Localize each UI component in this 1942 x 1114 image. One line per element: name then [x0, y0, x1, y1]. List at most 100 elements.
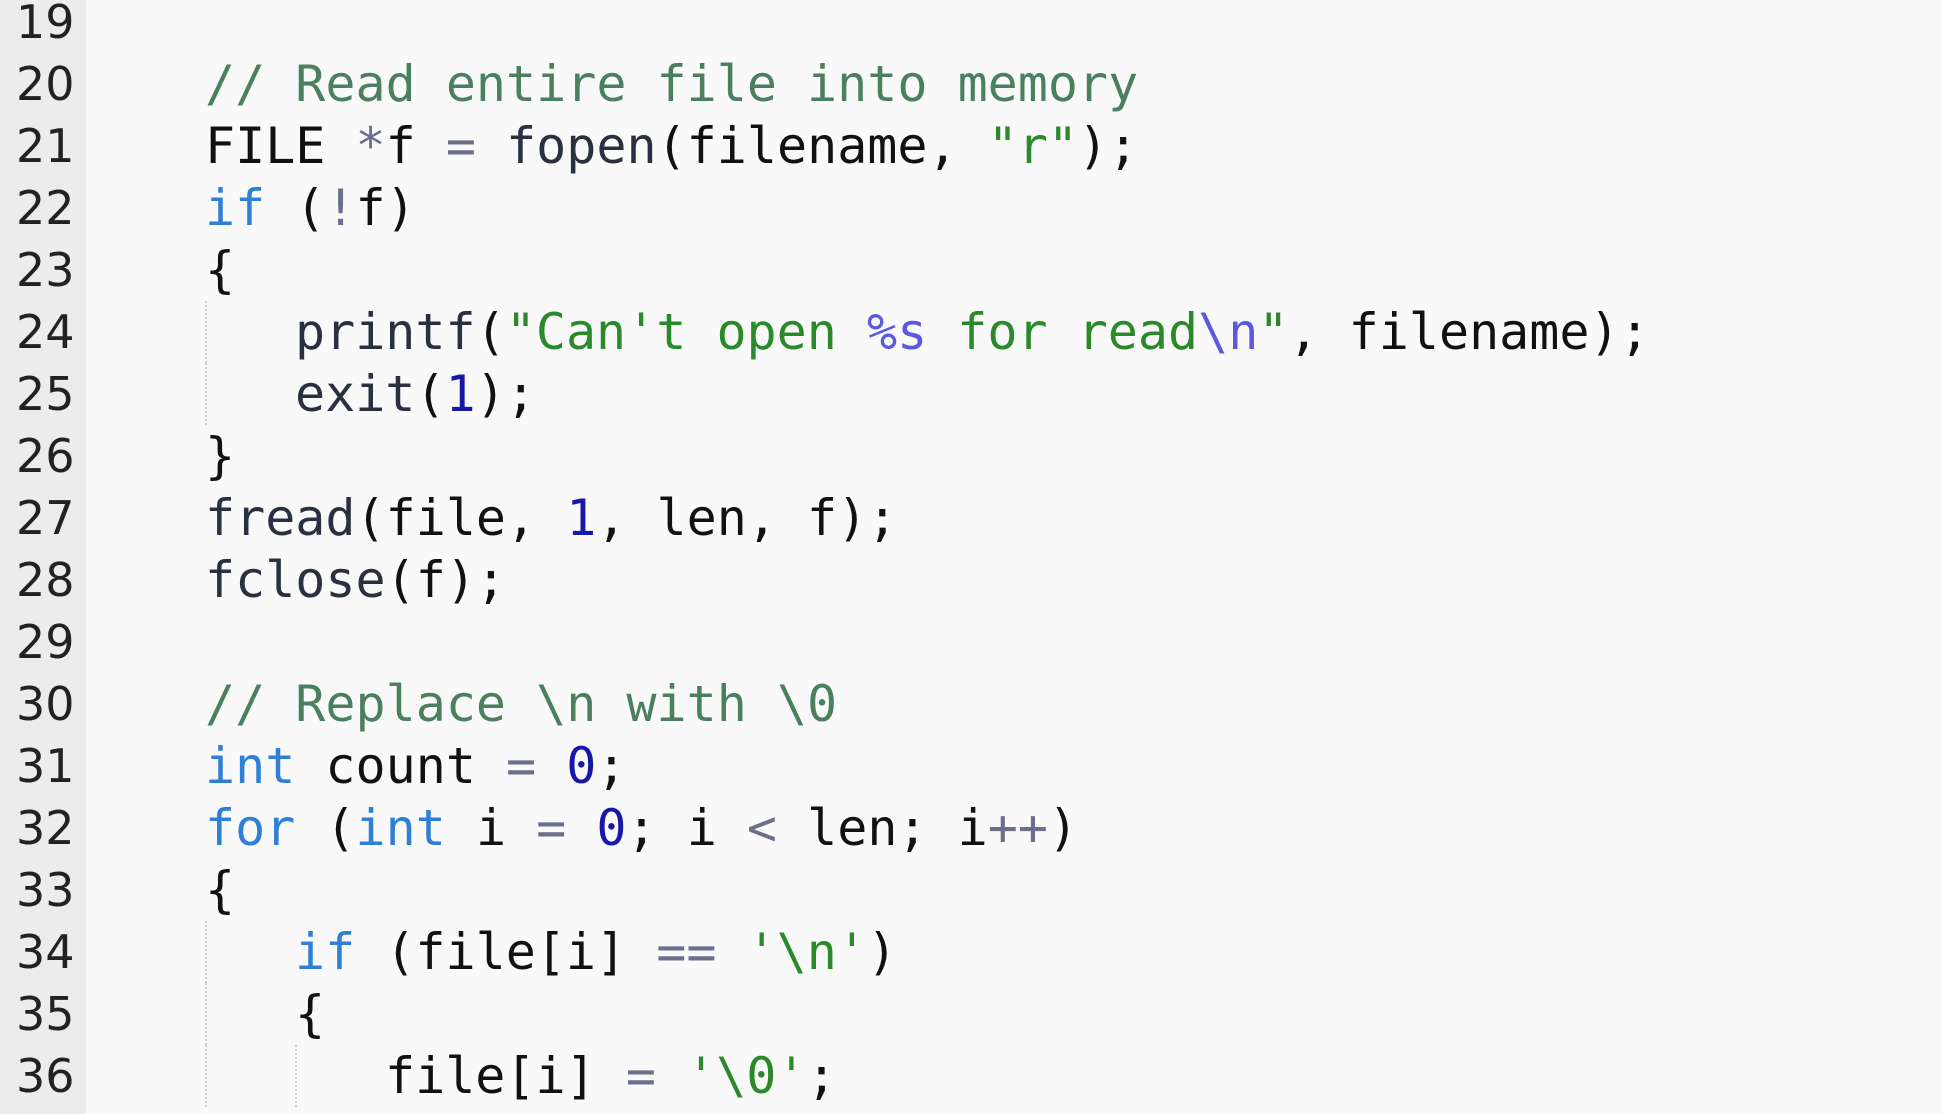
- code-token-string: '\n': [746, 923, 867, 981]
- code-text: // Replace \n with \0: [205, 673, 837, 735]
- code-token-plain: );: [1078, 117, 1139, 175]
- code-token-plain: , len, f);: [596, 489, 898, 547]
- code-token-number: 1: [445, 365, 476, 423]
- code-text: int count = 0;: [205, 735, 626, 797]
- code-text: file[i] = '\0';: [385, 1045, 837, 1107]
- code-text: for (int i = 0; i < len; i++): [205, 797, 1078, 859]
- code-token-plain: }: [205, 427, 236, 485]
- indent-guide: [205, 301, 207, 363]
- line-number: 19: [16, 0, 75, 49]
- code-token-comment: // Replace \n with \0: [205, 675, 838, 733]
- code-token-op: =: [506, 737, 537, 795]
- code-token-plain: f): [355, 179, 416, 237]
- line-number: 30: [16, 677, 75, 731]
- code-token-keyword: int: [205, 737, 296, 795]
- indent-guide: [205, 921, 207, 983]
- code-line[interactable]: 23 {: [0, 239, 1942, 301]
- code-line[interactable]: 21 FILE *f = fopen(filename, "r");: [0, 115, 1942, 177]
- code-line[interactable]: 24 printf("Can't open %s for read\n", fil…: [0, 301, 1942, 363]
- code-text: {: [295, 983, 325, 1045]
- code-line[interactable]: 33 {: [0, 859, 1942, 921]
- code-token-op: ==: [656, 923, 717, 981]
- code-token-plain: len; i: [777, 799, 988, 857]
- line-number: 32: [16, 801, 75, 855]
- line-number: 25: [16, 367, 75, 421]
- code-token-func: fclose: [205, 551, 386, 609]
- code-line[interactable]: 26}: [0, 425, 1942, 487]
- code-text: printf("Can't open %s for read\n", filen…: [295, 301, 1650, 363]
- code-lines[interactable]: 19 20 // Read entire file into memory 21 FIL…: [0, 0, 1942, 1107]
- code-token-func: exit: [295, 365, 416, 423]
- code-line[interactable]: 27 fread(file, 1, len, f);: [0, 487, 1942, 549]
- code-token-op: =: [445, 117, 476, 175]
- code-line[interactable]: 29: [0, 611, 1942, 673]
- code-text: exit(1);: [295, 363, 536, 425]
- code-token-string: ": [1258, 303, 1289, 361]
- code-text: fread(file, 1, len, f);: [205, 487, 897, 549]
- code-token-plain: (: [265, 179, 326, 237]
- code-token-keyword: for: [205, 799, 296, 857]
- line-number: 35: [16, 987, 75, 1041]
- line-number: 23: [16, 243, 75, 297]
- code-token-plain: (file,: [355, 489, 567, 547]
- code-token-escape: \n: [1198, 303, 1259, 361]
- code-line[interactable]: 31 int count = 0;: [0, 735, 1942, 797]
- code-token-plain: {: [205, 241, 236, 299]
- code-text: }: [205, 425, 235, 487]
- code-token-plain: ; i: [626, 799, 747, 857]
- indent-guide: [205, 1045, 207, 1107]
- code-token-op: <: [746, 799, 778, 857]
- code-token-string: for read: [927, 303, 1199, 361]
- code-token-keyword: if: [205, 179, 266, 237]
- code-line[interactable]: 25 exit(1);: [0, 363, 1942, 425]
- code-token-op: =: [536, 799, 567, 857]
- code-token-plain: ;: [596, 737, 627, 795]
- code-token-plain: f: [385, 117, 446, 175]
- code-token-plain: , filename);: [1288, 303, 1650, 361]
- code-token-string: "r": [987, 117, 1079, 175]
- line-number: 22: [16, 181, 75, 235]
- code-token-escape: %s: [866, 303, 928, 361]
- code-line[interactable]: 22 if (!f): [0, 177, 1942, 239]
- line-number: 34: [16, 925, 75, 979]
- code-token-plain: (: [475, 303, 506, 361]
- code-line[interactable]: 19: [0, 0, 1942, 53]
- code-text: {: [205, 239, 235, 301]
- code-token-func: fopen: [506, 117, 657, 175]
- indent-guide: [205, 983, 207, 1045]
- code-token-op: *: [355, 117, 386, 175]
- code-line[interactable]: 34 if (file[i] == '\n'): [0, 921, 1942, 983]
- code-line[interactable]: 28 fclose(f);: [0, 549, 1942, 611]
- code-token-plain: i: [445, 799, 537, 857]
- code-token-func: fread: [205, 489, 356, 547]
- code-token-number: 0: [596, 799, 627, 857]
- code-token-plain: {: [295, 985, 326, 1043]
- code-line[interactable]: 30 // Replace \n with \0: [0, 673, 1942, 735]
- line-number: 21: [16, 119, 75, 173]
- code-token-plain: (: [415, 365, 446, 423]
- code-line[interactable]: 35 {: [0, 983, 1942, 1045]
- code-token-plain: (filename,: [656, 117, 988, 175]
- code-text: FILE *f = fopen(filename, "r");: [205, 115, 1138, 177]
- code-token-comment: // Read entire file into memory: [205, 55, 1139, 113]
- code-token-string: '\0': [686, 1047, 807, 1105]
- line-number: 20: [16, 57, 75, 111]
- code-token-plain: file[i]: [385, 1047, 626, 1105]
- code-token-func: printf: [295, 303, 476, 361]
- code-token-plain: (: [295, 799, 356, 857]
- code-token-op: ++: [987, 799, 1048, 857]
- code-token-keyword: int: [355, 799, 446, 857]
- code-token-op: !: [325, 179, 356, 237]
- code-line[interactable]: 36 file[i] = '\0';: [0, 1045, 1942, 1107]
- line-number: 29: [16, 615, 75, 669]
- code-editor[interactable]: 19 20 // Read entire file into memory 21 FIL…: [0, 0, 1942, 1114]
- code-token-plain: FILE: [205, 117, 356, 175]
- code-token-plain: ): [1047, 799, 1079, 857]
- code-line[interactable]: 20 // Read entire file into memory: [0, 53, 1942, 115]
- code-token-plain: (file[i]: [355, 923, 657, 981]
- code-line[interactable]: 32 for (int i = 0; i < len; i++): [0, 797, 1942, 859]
